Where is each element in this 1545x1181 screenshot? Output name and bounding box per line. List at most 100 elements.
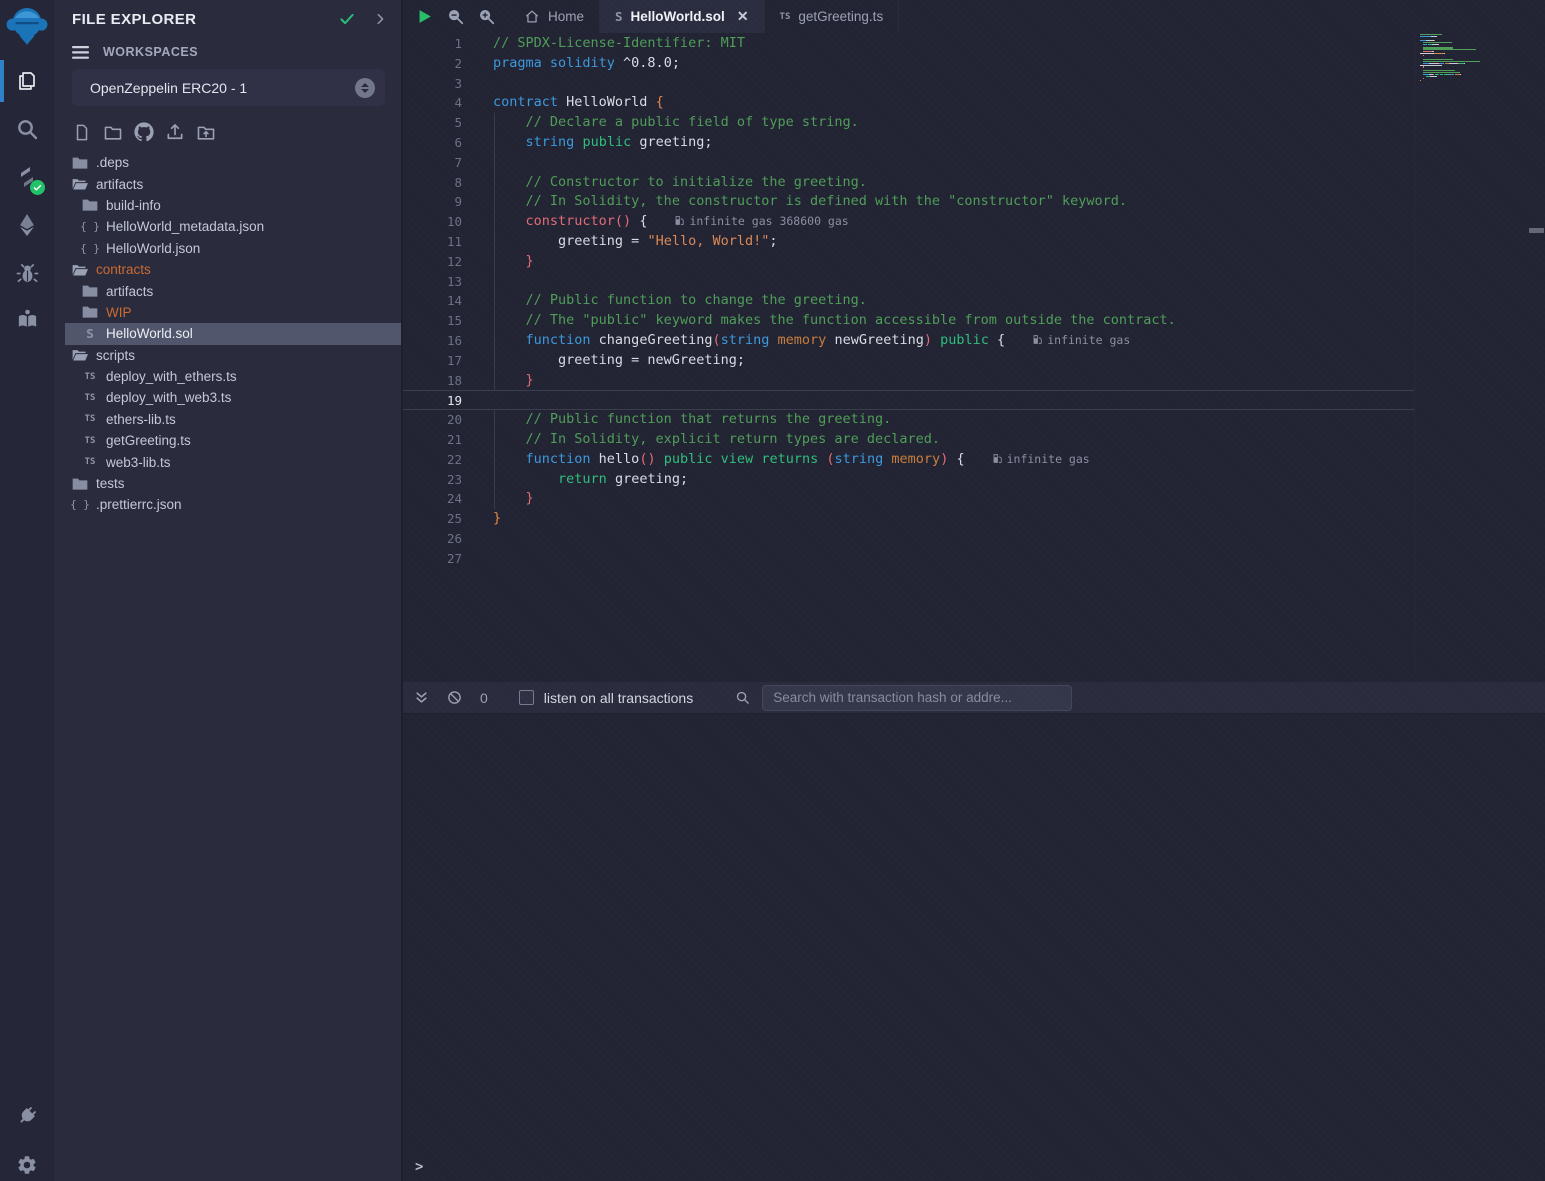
code-line-21[interactable]: 21 // In Solidity, explicit return types… [403, 430, 1545, 450]
compile-success-badge-icon [30, 180, 45, 195]
file-tree-item-artifacts[interactable]: artifacts [54, 173, 401, 194]
zoom-out-icon[interactable] [447, 8, 464, 25]
file-tree-item-scripts[interactable]: scripts [54, 345, 401, 366]
code-line-15[interactable]: 15 // The "public" keyword makes the fun… [403, 311, 1545, 331]
code-line-1[interactable]: 1// SPDX-License-Identifier: MIT [403, 34, 1545, 54]
new-folder-icon[interactable] [103, 122, 123, 142]
remix-logo-icon [4, 3, 50, 49]
remix-logo-button[interactable] [0, 0, 54, 52]
deploy-icon [16, 213, 38, 237]
line-number: 3 [403, 74, 462, 94]
file-tree-item-deploy-with-web3-ts[interactable]: TSdeploy_with_web3.ts [54, 387, 401, 408]
code-line-26[interactable]: 26 [403, 529, 1545, 549]
zoom-in-icon[interactable] [478, 8, 495, 25]
line-number: 12 [403, 252, 462, 272]
gas-estimate-ghost: infinite gas 368600 gas [674, 214, 848, 228]
code-line-23[interactable]: 23 return greeting; [403, 470, 1545, 490]
tab-helloworld-sol[interactable]: SHelloWorld.sol✕ [600, 0, 765, 33]
gas-estimate-ghost: infinite gas [992, 452, 1090, 466]
file-tree-item-helloworld-metadata-json[interactable]: { }HelloWorld_metadata.json [54, 216, 401, 237]
minimap[interactable] [1414, 33, 1545, 675]
deploy-run-button[interactable] [0, 202, 54, 248]
code-line-11[interactable]: 11 greeting = "Hello, World!"; [403, 232, 1545, 252]
debugger-button[interactable] [0, 250, 54, 296]
file-tree-item-helloworld-json[interactable]: { }HelloWorld.json [54, 238, 401, 259]
upload-folder-icon[interactable] [196, 122, 216, 142]
settings-button[interactable] [0, 1142, 54, 1181]
code-line-9[interactable]: 9 // In Solidity, the constructor is def… [403, 192, 1545, 212]
file-tree-item-deploy-with-ethers-ts[interactable]: TSdeploy_with_ethers.ts [54, 366, 401, 387]
tab-home[interactable]: Home [509, 0, 600, 33]
hamburger-menu-icon[interactable] [72, 46, 89, 59]
code-line-13[interactable]: 13 [403, 272, 1545, 292]
file-tree-item-web3-lib-ts[interactable]: TSweb3-lib.ts [54, 451, 401, 472]
code-line-18[interactable]: 18 } [403, 371, 1545, 391]
file-tree-item-contracts[interactable]: contracts [54, 259, 401, 280]
line-number: 24 [403, 489, 462, 509]
gas-estimate-ghost: infinite gas [1032, 333, 1130, 347]
file-tree-item--prettierrc-json[interactable]: { }.prettierrc.json [54, 494, 401, 515]
code-line-27[interactable]: 27 [403, 549, 1545, 569]
code-line-17[interactable]: 17 greeting = newGreeting; [403, 351, 1545, 371]
terminal-resize-handle[interactable] [403, 675, 1545, 682]
line-number: 1 [403, 34, 462, 54]
code-line-25[interactable]: 25} [403, 509, 1545, 529]
search-button[interactable] [0, 106, 54, 152]
file-label: ethers-lib.ts [106, 412, 176, 427]
code-editor[interactable]: 1// SPDX-License-Identifier: MIT2pragma … [403, 33, 1545, 675]
github-icon[interactable] [134, 122, 154, 142]
code-line-4[interactable]: 4contract HelloWorld { [403, 93, 1545, 113]
run-icon[interactable] [416, 8, 433, 25]
code-line-10[interactable]: 10 constructor() {infinite gas 368600 ga… [403, 212, 1545, 232]
workspace-select[interactable]: OpenZeppelin ERC20 - 1 [72, 69, 385, 106]
file-label: WIP [106, 305, 132, 320]
code-line-3[interactable]: 3 [403, 74, 1545, 94]
line-content: // Public function that returns the gree… [462, 410, 891, 430]
learneth-button[interactable] [0, 296, 54, 342]
collapse-panel-chevron-icon[interactable] [373, 12, 387, 26]
panel-title: FILE EXPLORER [72, 11, 338, 28]
line-content: string public greeting; [462, 133, 713, 153]
code-line-12[interactable]: 12 } [403, 252, 1545, 272]
line-number: 16 [403, 331, 462, 351]
code-line-5[interactable]: 5 // Declare a public field of type stri… [403, 113, 1545, 133]
file-tree-item-getgreeting-ts[interactable]: TSgetGreeting.ts [54, 430, 401, 451]
code-line-22[interactable]: 22 function hello() public view returns … [403, 450, 1545, 470]
upload-file-icon[interactable] [165, 122, 185, 142]
file-label: build-info [106, 198, 161, 213]
folder-open-icon [72, 348, 88, 362]
file-tree-item-helloworld-sol[interactable]: SHelloWorld.sol [65, 323, 401, 344]
file-explorer-button[interactable] [0, 58, 54, 104]
code-line-14[interactable]: 14 // Public function to change the gree… [403, 291, 1545, 311]
plugin-manager-button[interactable] [0, 1092, 54, 1138]
close-tab-icon[interactable]: ✕ [737, 8, 749, 25]
overview-ruler-marker [1529, 228, 1544, 233]
line-content: // In Solidity, explicit return types ar… [462, 430, 940, 450]
file-tree-item-build-info[interactable]: build-info [54, 195, 401, 216]
solidity-compiler-button[interactable] [0, 154, 54, 200]
line-content: constructor() {infinite gas 368600 gas [462, 212, 849, 232]
terminal-content[interactable]: > [403, 713, 1545, 1181]
terminal-expand-icon[interactable] [414, 690, 429, 705]
clear-console-ban-icon[interactable] [447, 690, 462, 705]
tab-getgreeting-ts[interactable]: TSgetGreeting.ts [765, 0, 900, 33]
file-tree-item--deps[interactable]: .deps [54, 152, 401, 173]
code-line-7[interactable]: 7 [403, 153, 1545, 173]
code-line-16[interactable]: 16 function changeGreeting(string memory… [403, 331, 1545, 351]
new-file-icon[interactable] [72, 122, 92, 142]
code-line-19[interactable]: 19 [403, 390, 1545, 410]
file-tree-item-wip[interactable]: WIP [54, 302, 401, 323]
line-number: 17 [403, 351, 462, 371]
terminal-search-input[interactable] [762, 685, 1072, 711]
code-line-2[interactable]: 2pragma solidity ^0.8.0; [403, 54, 1545, 74]
file-tree-item-tests[interactable]: tests [54, 473, 401, 494]
code-line-8[interactable]: 8 // Constructor to initialize the greet… [403, 173, 1545, 193]
line-content: greeting = "Hello, World!"; [462, 232, 778, 252]
file-tree-item-artifacts[interactable]: artifacts [54, 280, 401, 301]
editor-controls [403, 0, 509, 33]
listen-transactions-checkbox[interactable] [519, 690, 534, 705]
code-line-6[interactable]: 6 string public greeting; [403, 133, 1545, 153]
code-line-20[interactable]: 20 // Public function that returns the g… [403, 410, 1545, 430]
code-line-24[interactable]: 24 } [403, 489, 1545, 509]
file-tree-item-ethers-lib-ts[interactable]: TSethers-lib.ts [54, 409, 401, 430]
